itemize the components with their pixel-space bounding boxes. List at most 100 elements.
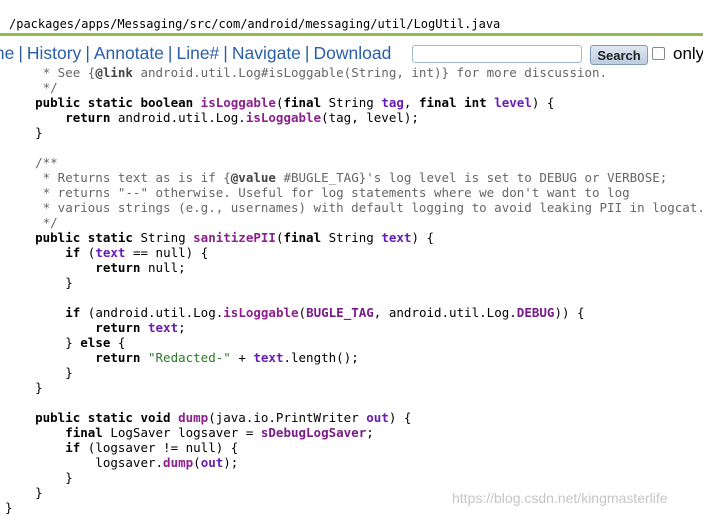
code-token: if (5, 245, 88, 260)
search-button[interactable]: Search (590, 45, 648, 65)
code-token: } (5, 335, 81, 350)
code-line: /** (5, 155, 703, 170)
code-line: public static String sanitizePII(final S… (5, 230, 703, 245)
code-token: { (117, 335, 126, 350)
code-token: , android.util.Log. (373, 305, 517, 320)
code-token: @value (230, 170, 276, 185)
code-token: out (366, 410, 389, 425)
code-token: /** (5, 155, 58, 170)
code-token: ; (178, 320, 186, 335)
code-line: public static void dump(java.io.PrintWri… (5, 410, 703, 425)
search-input[interactable] (412, 45, 582, 63)
watermark: https://blog.csdn.net/kingmasterlife (452, 490, 668, 506)
code-token: (logsaver != null) { (87, 440, 239, 455)
path-bar: /packages/apps/Messaging/src/com/android… (0, 0, 703, 36)
code-token: ) { (388, 410, 412, 425)
code-token: out (200, 455, 224, 470)
nav-link-download[interactable]: Download (313, 43, 391, 63)
code-token: final int (418, 95, 495, 110)
code-token: } (5, 365, 73, 380)
code-token: else (80, 335, 118, 350)
code-token: public static void (5, 410, 179, 425)
code-token: ( (193, 455, 201, 470)
code-token: return (5, 350, 148, 365)
code-token: (android.util.Log. (87, 305, 224, 320)
code-line: if (text == null) { (5, 245, 703, 260)
nav-link-history[interactable]: History (27, 43, 81, 63)
code-token: } (5, 125, 43, 140)
code-token: } (5, 500, 13, 515)
code-token: + (230, 350, 254, 365)
code-token: public static boolean (5, 95, 201, 110)
code-token: level (494, 95, 532, 110)
code-line: } (5, 125, 703, 140)
code-token: isLoggable (200, 95, 276, 110)
code-token: @link (95, 65, 133, 80)
code-token: ; (366, 425, 374, 440)
code-token: * See { (5, 65, 96, 80)
code-token: .length(); (283, 350, 359, 365)
code-token: (java.io.PrintWriter (208, 410, 367, 425)
nav-separator: | (304, 43, 310, 63)
code-token: */ (5, 215, 58, 230)
code-token: if (5, 440, 88, 455)
nav-separator: | (85, 43, 90, 63)
code-token: ) { (411, 230, 435, 245)
code-token: } (5, 275, 73, 290)
source-code-view: * See {@link android.util.Log#isLoggable… (5, 65, 703, 518)
code-line: } else { (5, 335, 703, 350)
code-token: == null) { (125, 245, 209, 260)
code-token: sanitizePII (193, 230, 276, 245)
code-token: return (5, 260, 148, 275)
code-line: final LogSaver logsaver = sDebugLogSaver… (5, 425, 703, 440)
nav-link-line-numbers[interactable]: Line# (176, 43, 219, 63)
code-line: */ (5, 215, 703, 230)
code-token: (tag, level); (321, 110, 419, 125)
code-token: * returns "--" otherwise. Useful for log… (5, 185, 630, 200)
code-token: "Redacted-" (148, 350, 231, 365)
code-token: String (140, 230, 194, 245)
code-line: return android.util.Log.isLoggable(tag, … (5, 110, 703, 125)
code-token: #BUGLE_TAG}'s log level is set to DEBUG … (275, 170, 668, 185)
code-token: } (5, 485, 43, 500)
code-token: tag (381, 95, 404, 110)
code-token: )) { (554, 305, 585, 320)
code-token: String (328, 95, 382, 110)
nav-separator: | (223, 43, 228, 63)
code-line: } (5, 470, 703, 485)
nav-link-blame[interactable]: me (0, 43, 14, 63)
code-line: logsaver.dump(out); (5, 455, 703, 470)
code-line: } (5, 380, 703, 395)
code-token: sDebugLogSaver (260, 425, 367, 440)
code-token: LogSaver logsaver = (110, 425, 261, 440)
code-token: android.util.Log. (117, 110, 246, 125)
code-token: final (283, 230, 329, 245)
code-token: ) { (531, 95, 555, 110)
code-token: isLoggable (245, 110, 322, 125)
code-token: final (5, 425, 111, 440)
code-token: DEBUG (516, 305, 555, 320)
code-token: * Returns text as is if { (5, 170, 231, 185)
code-line: return "Redacted-" + text.length(); (5, 350, 703, 365)
only-checkbox[interactable] (652, 47, 665, 60)
code-token: String (328, 230, 382, 245)
nav-link-annotate[interactable]: Annotate (94, 43, 164, 63)
nav-separator: | (18, 43, 23, 63)
code-line: } (5, 275, 703, 290)
code-token: text (95, 245, 126, 260)
code-token: } (5, 470, 73, 485)
code-token: return (5, 320, 148, 335)
code-line: } (5, 365, 703, 380)
code-token: if (5, 305, 88, 320)
nav-links: me|History|Annotate|Line#|Navigate|Downl… (0, 43, 391, 64)
code-token: */ (5, 80, 58, 95)
code-line: if (logsaver != null) { (5, 440, 703, 455)
nav-link-navigate[interactable]: Navigate (232, 43, 301, 63)
code-token: text (253, 350, 284, 365)
code-token: isLoggable (223, 305, 299, 320)
code-line: */ (5, 80, 703, 95)
code-token: } (5, 380, 43, 395)
code-token: * various strings (e.g., usernames) with… (5, 200, 703, 215)
code-line: return null; (5, 260, 703, 275)
